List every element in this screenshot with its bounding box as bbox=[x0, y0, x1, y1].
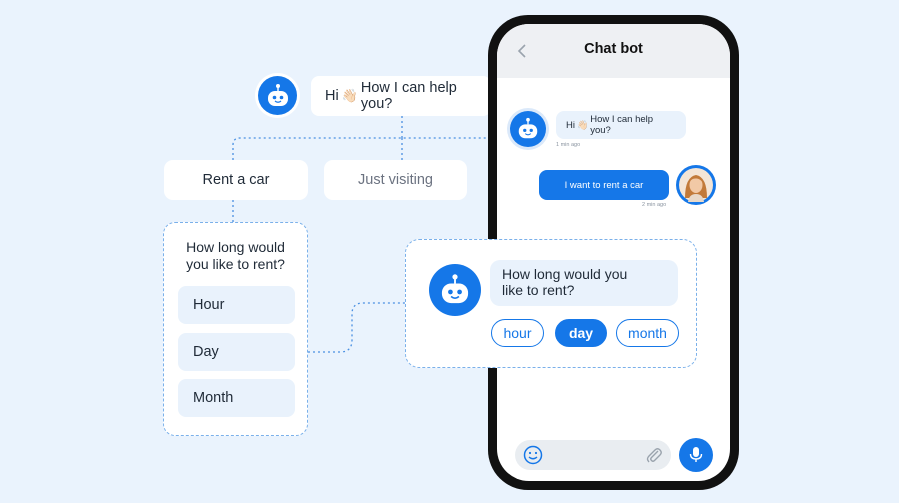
bot-message-time: 1 min ago bbox=[556, 142, 581, 148]
robot-icon bbox=[441, 274, 469, 304]
bot-message-text: How I can help you? bbox=[590, 114, 654, 136]
duration-question-line-1: How long would bbox=[186, 239, 285, 255]
greeting-prefix: Hi bbox=[325, 88, 339, 104]
wave-emoji: 👋🏻 bbox=[341, 88, 358, 103]
smile-icon[interactable] bbox=[523, 445, 543, 465]
wave-emoji: 👋🏻 bbox=[576, 119, 589, 130]
rent-duration-question-line-1: How long would you bbox=[502, 266, 628, 282]
rent-duration-question: How long would you like to rent? bbox=[490, 260, 678, 306]
robot-icon bbox=[267, 83, 288, 106]
bot-avatar bbox=[258, 76, 297, 115]
bot-avatar-large bbox=[429, 264, 481, 316]
option-hour-button[interactable]: hour bbox=[491, 319, 544, 347]
duration-card: How long would you like to rent? Hour Da… bbox=[163, 222, 308, 436]
message-input[interactable] bbox=[515, 440, 671, 470]
greeting-text: How I can help you? bbox=[360, 80, 457, 112]
just-visiting-option[interactable]: Just visiting bbox=[324, 160, 467, 200]
rent-a-car-label: Rent a car bbox=[202, 172, 270, 188]
duration-question: How long would you like to rent? bbox=[164, 239, 307, 273]
duration-option-hour[interactable]: Hour bbox=[178, 286, 295, 324]
duration-option-day[interactable]: Day bbox=[178, 333, 295, 371]
rent-a-car-option[interactable]: Rent a car bbox=[164, 160, 308, 200]
greeting-bubble: Hi 👋🏻 How I can help you? bbox=[311, 76, 491, 116]
paperclip-icon[interactable] bbox=[645, 445, 663, 465]
user-message-time: 2 min ago bbox=[642, 202, 667, 208]
just-visiting-label: Just visiting bbox=[358, 172, 433, 188]
user-message: I want to rent a car bbox=[539, 170, 669, 200]
microphone-icon bbox=[689, 447, 703, 462]
user-avatar bbox=[676, 165, 716, 205]
rent-duration-card: How long would you like to rent? hour da… bbox=[405, 239, 697, 368]
user-photo-icon bbox=[679, 168, 713, 202]
chat-header: Chat bot bbox=[497, 24, 730, 78]
rent-duration-question-line-2: like to rent? bbox=[502, 282, 575, 298]
bot-message-prefix: Hi bbox=[566, 119, 575, 131]
bot-message: Hi 👋🏻 How I can help you? bbox=[556, 111, 686, 139]
robot-icon bbox=[518, 117, 538, 139]
microphone-button[interactable] bbox=[679, 438, 713, 472]
duration-option-month[interactable]: Month bbox=[178, 379, 295, 417]
option-month-button[interactable]: month bbox=[616, 319, 679, 347]
duration-question-line-2: you like to rent? bbox=[186, 256, 285, 272]
option-day-button[interactable]: day bbox=[555, 319, 607, 347]
chat-title: Chat bot bbox=[584, 41, 643, 57]
bot-avatar-small bbox=[510, 111, 546, 147]
